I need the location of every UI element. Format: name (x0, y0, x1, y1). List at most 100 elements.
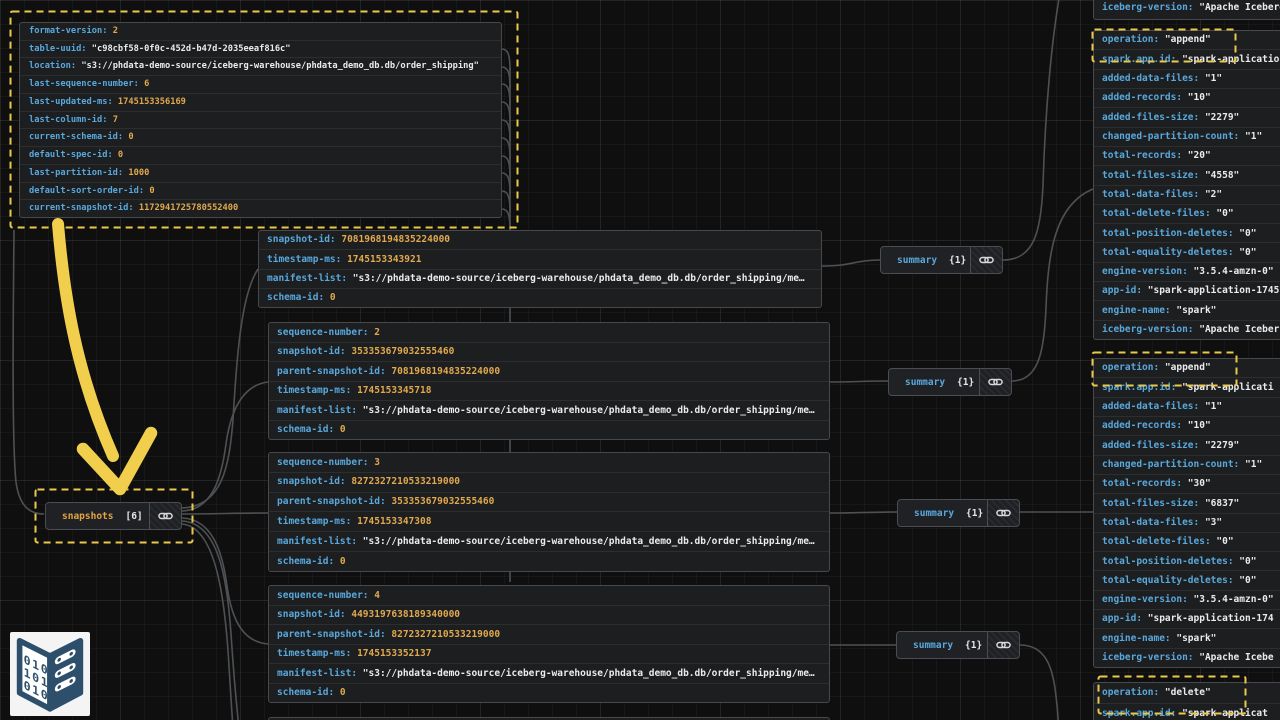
kv-row: engine-name: "spark" (1094, 628, 1280, 647)
summary-node-4[interactable]: summary {1} (896, 631, 1020, 659)
kv-row: format-version: 2 (20, 23, 501, 40)
kv-row: manifest-list: "s3://phdata-demo-source/… (269, 531, 829, 551)
kv-row: sequence-number: 4 (269, 586, 829, 605)
summary-label: summary (881, 255, 937, 266)
kv-row: snapshot-id: 7081968194835224000 (259, 231, 821, 249)
kv-row: spark.app.id: "spark-applicati (1094, 377, 1280, 396)
kv-row: snapshot-id: 353353679032555460 (269, 342, 829, 362)
kv-row: last-partition-id: 1000 (20, 164, 501, 182)
edge-snap1-summary1 (822, 260, 880, 266)
kv-row: timestamp-ms: 1745153352137 (269, 644, 829, 664)
kv-row: app-id: "spark-application-174 (1094, 609, 1280, 628)
summary-node-1[interactable]: summary {1} (880, 246, 1003, 274)
summary-node-2[interactable]: summary {1} (888, 368, 1012, 396)
kv-row: current-snapshot-id: 1172941725780552400 (20, 199, 501, 217)
kv-row: app-id: "spark-application-1745 (1094, 281, 1280, 300)
kv-row: total-position-deletes: "0" (1094, 223, 1280, 242)
summary-count: {1} (949, 255, 966, 266)
summary-node-3[interactable]: summary {1} (897, 499, 1020, 527)
kv-row: operation: "delete" (1094, 683, 1280, 703)
edge-snapshots-1 (182, 269, 258, 508)
link-icon[interactable] (979, 369, 1011, 395)
summary-label: summary (889, 377, 945, 388)
kv-row: spark.app.id: "spark-applicatio (1094, 49, 1280, 68)
kv-row: iceberg-version: "Apache Iceberg (1094, 0, 1280, 19)
edge-summary4-out (1020, 645, 1059, 720)
kv-row: parent-snapshot-id: 353353679032555460 (269, 492, 829, 512)
snapshot-node-3[interactable]: sequence-number: 3snapshot-id: 827232721… (268, 452, 830, 572)
kv-row: schema-id: 0 (269, 551, 829, 571)
edge-snapshots-5 (182, 521, 247, 720)
kv-row: parent-snapshot-id: 7081968194835224000 (269, 361, 829, 381)
data-book-icon: 010 101 010 (10, 632, 90, 716)
kv-row: total-data-files: "2" (1094, 185, 1280, 204)
annotation-arrow-body (58, 224, 113, 456)
summary-count: {1} (957, 377, 974, 388)
kv-row: added-data-files: "1" (1094, 397, 1280, 416)
link-icon[interactable] (987, 500, 1019, 526)
edge-metadata-bundle (502, 67, 510, 88)
kv-row: snapshot-id: 4493197638189340000 (269, 605, 829, 625)
edge-snap3-summary3 (830, 512, 897, 513)
edge-snap2-summary2 (830, 381, 888, 382)
kv-row: engine-name: "spark" (1094, 300, 1280, 319)
link-icon[interactable] (970, 247, 1002, 273)
kv-row: total-records: "30" (1094, 474, 1280, 493)
kv-row: schema-id: 0 (259, 288, 821, 307)
kv-row: current-schema-id: 0 (20, 128, 501, 146)
kv-row: added-records: "10" (1094, 416, 1280, 435)
edge-metadata-bundle (502, 138, 510, 159)
kv-row: changed-partition-count: "1" (1094, 455, 1280, 474)
edge-metadata-bundle (502, 156, 510, 177)
snapshot-node-2[interactable]: sequence-number: 2snapshot-id: 353353679… (268, 322, 830, 440)
kv-row: manifest-list: "s3://phdata-demo-source/… (269, 400, 829, 420)
kv-row: engine-version: "3.5.4-amzn-0" (1094, 590, 1280, 609)
kv-row: location: "s3://phdata-demo-source/icebe… (20, 57, 501, 75)
kv-row: schema-id: 0 (269, 683, 829, 703)
edge-summary1-out (1003, 0, 1062, 260)
kv-row: table-uuid: "c98cbf58-0f0c-452d-b47d-203… (20, 40, 501, 58)
edge-metadata-bundle (502, 120, 510, 141)
summary-content-append-1[interactable]: operation: "append"spark.app.id: "spark-… (1093, 30, 1280, 340)
phdata-logo: 010 101 010 (10, 632, 90, 716)
snapshots-label: snapshots (46, 511, 113, 522)
kv-row: added-records: "10" (1094, 88, 1280, 107)
kv-row: total-files-size: "6837" (1094, 493, 1280, 512)
kv-row: default-spec-id: 0 (20, 146, 501, 164)
kv-row: last-column-id: 7 (20, 111, 501, 129)
metadata-node[interactable]: format-version: 2table-uuid: "c98cbf58-0… (19, 22, 502, 218)
graph-canvas[interactable]: format-version: 2table-uuid: "c98cbf58-0… (0, 0, 1280, 720)
kv-row: total-equality-deletes: "0" (1094, 242, 1280, 261)
summary-label: summary (898, 508, 954, 519)
kv-row: spark.app.id: "spark-applicat (1094, 703, 1280, 720)
kv-row: iceberg-version: "Apache Icebe (1094, 648, 1280, 667)
kv-row: iceberg-version: "Apache Iceber (1094, 320, 1280, 339)
annotation-arrow-head (83, 433, 151, 489)
kv-row: last-sequence-number: 6 (20, 75, 501, 93)
edge-snapshots-6 (182, 524, 240, 720)
edge-to-snapshots (13, 230, 44, 514)
kv-row: added-files-size: "2279" (1094, 435, 1280, 454)
link-icon[interactable] (149, 503, 181, 529)
edge-metadata-bundle (502, 84, 510, 105)
kv-row: engine-version: "3.5.4-amzn-0" (1094, 262, 1280, 281)
snapshots-node[interactable]: snapshots [6] (45, 502, 182, 530)
kv-row: total-position-deletes: "0" (1094, 551, 1280, 570)
kv-row: added-data-files: "1" (1094, 69, 1280, 88)
kv-row: last-updated-ms: 1745153356169 (20, 93, 501, 111)
kv-row: default-sort-order-id: 0 (20, 182, 501, 200)
edge-snapshots-2 (182, 382, 268, 511)
kv-row: schema-id: 0 (269, 420, 829, 440)
kv-row: snapshot-id: 8272327210533219000 (269, 472, 829, 492)
link-icon[interactable] (987, 632, 1019, 658)
snapshot-node-4[interactable]: sequence-number: 4snapshot-id: 449319763… (268, 585, 830, 703)
edge-metadata-bundle (502, 209, 510, 230)
kv-row: operation: "append" (1094, 359, 1280, 377)
snapshot-node-1[interactable]: snapshot-id: 7081968194835224000timestam… (258, 230, 822, 308)
kv-row: changed-partition-count: "1" (1094, 127, 1280, 146)
kv-row: total-data-files: "3" (1094, 513, 1280, 532)
summary-content-delete[interactable]: operation: "delete"spark.app.id: "spark-… (1093, 682, 1280, 720)
kv-row: total-files-size: "4558" (1094, 165, 1280, 184)
summary-content-partial-top[interactable]: iceberg-version: "Apache Iceberg (1093, 0, 1280, 20)
summary-content-append-2[interactable]: operation: "append"spark.app.id: "spark-… (1093, 358, 1280, 668)
